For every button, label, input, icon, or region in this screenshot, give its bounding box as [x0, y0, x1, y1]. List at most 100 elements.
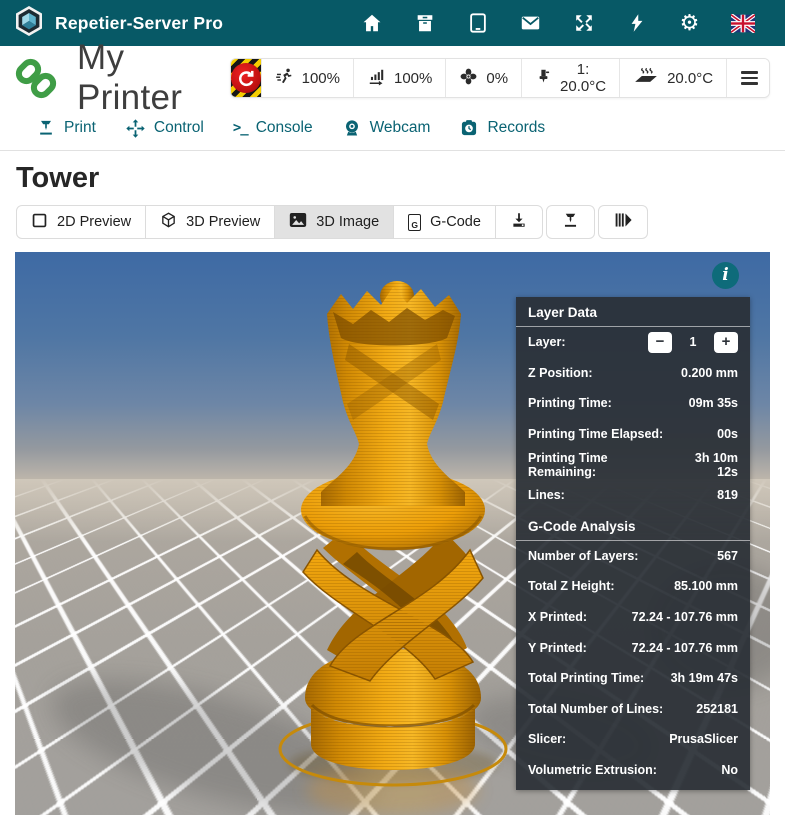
page-title: Tower — [16, 162, 785, 195]
tab-control-label: Control — [154, 119, 204, 137]
emergency-stop-button[interactable] — [231, 59, 261, 97]
row-label: Total Printing Time: — [528, 671, 644, 685]
bed-temp-value: 20.0°C — [667, 70, 713, 87]
image-icon — [289, 212, 307, 232]
fan-icon — [459, 67, 478, 90]
2d-preview-label: 2D Preview — [57, 214, 131, 230]
printer-header: My Printer 100% — [0, 46, 785, 106]
row-value: 72.24 - 107.76 mm — [632, 641, 738, 655]
row-value: 72.24 - 107.76 mm — [632, 610, 738, 624]
row-label: Volumetric Extrusion: — [528, 763, 657, 777]
speed-multiplier-button[interactable]: 100% — [261, 59, 353, 97]
tab-console[interactable]: >_ Console — [233, 119, 313, 137]
extruder-temp-value: 1: 20.0°C — [560, 61, 606, 95]
fan-button[interactable]: 0% — [445, 59, 521, 97]
layer-data-title: Layer Data — [516, 297, 750, 327]
x-printed-row: X Printed: 72.24 - 107.76 mm — [516, 602, 750, 633]
preview-toolbar: 2D Preview 3D Preview 3D Image G G-Code — [16, 205, 785, 239]
row-label: Y Printed: — [528, 641, 587, 655]
3d-viewport[interactable]: i Layer Data Layer: − 1 + Z Position: 0.… — [15, 252, 770, 815]
gcode-doc-icon: G — [408, 214, 421, 231]
bolt-icon[interactable] — [625, 11, 649, 35]
tab-control[interactable]: Control — [125, 118, 204, 139]
y-printed-row: Y Printed: 72.24 - 107.76 mm — [516, 632, 750, 663]
row-value: 567 — [717, 549, 738, 563]
tab-webcam[interactable]: Webcam — [342, 118, 431, 138]
layer-stepper: − 1 + — [648, 332, 738, 353]
printer-box-icon[interactable] — [413, 11, 437, 35]
total-z-height-row: Total Z Height: 85.100 mm — [516, 571, 750, 602]
navbar-icons: ⚙ — [345, 11, 769, 35]
continue-from-layer-button[interactable] — [598, 205, 648, 239]
download-button[interactable] — [495, 205, 543, 239]
slicer-row: Slicer: PrusaSlicer — [516, 724, 750, 755]
layer-value: 1 — [672, 335, 714, 349]
total-number-of-lines-row: Total Number of Lines: 252181 — [516, 694, 750, 725]
cube-icon — [160, 211, 177, 233]
emergency-reset-icon — [231, 63, 261, 93]
layer-row: Layer: − 1 + — [516, 327, 750, 358]
3d-preview-button[interactable]: 3D Preview — [145, 205, 275, 239]
layer-plus-button[interactable]: + — [714, 332, 738, 353]
language-flag-icon[interactable] — [731, 11, 755, 35]
2d-preview-button[interactable]: 2D Preview — [16, 205, 146, 239]
fan-value: 0% — [486, 70, 508, 87]
row-label: Printing Time: — [528, 396, 612, 410]
gear-icon[interactable]: ⚙ — [678, 11, 702, 35]
extruder-temp-button[interactable]: 1: 20.0°C — [521, 59, 619, 97]
extruder-icon — [535, 67, 552, 90]
row-label: Printing Time Elapsed: — [528, 427, 663, 441]
printer-menu-button[interactable] — [726, 59, 770, 97]
info-button[interactable]: i — [712, 262, 739, 289]
heated-bed-icon — [633, 66, 659, 90]
download-icon — [510, 211, 528, 233]
printer-status-group: 100% 100% 0% — [230, 58, 770, 98]
gcode-button[interactable]: G G-Code — [393, 205, 496, 239]
brand-title: Repetier-Server Pro — [55, 13, 223, 34]
3d-preview-label: 3D Preview — [186, 214, 260, 230]
printing-time-row: Printing Time: 09m 35s — [516, 388, 750, 419]
row-label: Lines: — [528, 488, 565, 502]
row-label: Slicer: — [528, 732, 566, 746]
layers-play-icon — [613, 211, 633, 233]
row-value: 85.100 mm — [674, 579, 738, 593]
print-again-button[interactable] — [546, 205, 595, 239]
row-label: X Printed: — [528, 610, 587, 624]
expand-arrows-icon[interactable] — [572, 11, 596, 35]
z-position-row: Z Position: 0.200 mm — [516, 358, 750, 389]
row-value: PrusaSlicer — [669, 732, 738, 746]
lines-row: Lines: 819 — [516, 480, 750, 511]
tablet-icon[interactable] — [466, 11, 490, 35]
row-value: 3h 19m 47s — [671, 671, 738, 685]
tab-console-label: Console — [256, 119, 313, 137]
brand[interactable]: Repetier-Server Pro — [14, 5, 223, 42]
repetier-logo-icon — [14, 5, 44, 42]
number-of-layers-row: Number of Layers: 567 — [516, 541, 750, 572]
3d-image-button[interactable]: 3D Image — [274, 205, 394, 239]
home-icon[interactable] — [360, 11, 384, 35]
gcode-label: G-Code — [430, 214, 481, 230]
row-label: Printing Time Remaining: — [528, 451, 673, 479]
3d-image-label: 3D Image — [316, 214, 379, 230]
tab-records[interactable]: Records — [459, 118, 545, 138]
row-value: 819 — [717, 488, 738, 502]
layer-minus-button[interactable]: − — [648, 332, 672, 353]
row-value: 09m 35s — [689, 396, 738, 410]
tab-print[interactable]: Print — [36, 118, 96, 138]
row-value: 252181 — [696, 702, 738, 716]
volumetric-extrusion-row: Volumetric Extrusion: No — [516, 755, 750, 786]
square-outline-icon — [31, 212, 48, 233]
mail-icon[interactable] — [519, 11, 543, 35]
row-value: 3h 10m 12s — [673, 451, 738, 479]
layer-data-panel: Layer Data Layer: − 1 + Z Position: 0.20… — [516, 297, 750, 790]
printer-link-icon — [15, 57, 57, 99]
tab-webcam-label: Webcam — [370, 119, 431, 137]
printing-time-elapsed-row: Printing Time Elapsed: 00s — [516, 419, 750, 450]
row-label: Number of Layers: — [528, 549, 638, 563]
speed-run-icon — [275, 67, 294, 90]
bed-temp-button[interactable]: 20.0°C — [619, 59, 726, 97]
hamburger-icon — [741, 71, 758, 85]
row-value: 0.200 mm — [681, 366, 738, 380]
flow-multiplier-button[interactable]: 100% — [353, 59, 445, 97]
tab-print-label: Print — [64, 119, 96, 137]
